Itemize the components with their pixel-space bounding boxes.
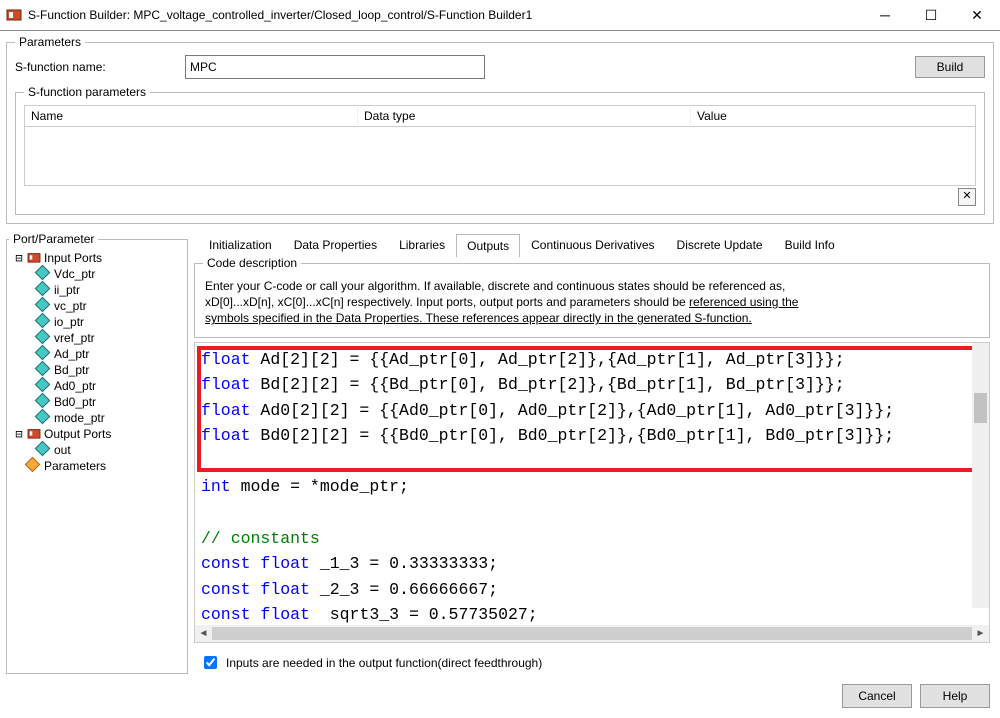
diamond-icon — [37, 411, 51, 425]
app-icon — [6, 7, 22, 23]
port-parameter-legend: Port/Parameter — [9, 232, 98, 246]
vertical-scrollbar[interactable] — [972, 343, 989, 608]
params-table-body — [24, 127, 976, 186]
close-button[interactable]: ✕ — [954, 0, 1000, 30]
sfunction-name-label: S-function name: — [15, 60, 175, 74]
port-parameter-panel: Port/Parameter ⊟ Input Ports Vdc_ptr ii_p… — [6, 232, 188, 674]
port-label: Bd_ptr — [54, 363, 89, 377]
diamond-icon — [37, 267, 51, 281]
scroll-left-icon[interactable]: ◄ — [195, 625, 212, 642]
direct-feedthrough-checkbox[interactable] — [204, 656, 217, 669]
th-name[interactable]: Name — [25, 107, 358, 125]
code-description-group: Code description Enter your C-code or ca… — [194, 256, 990, 338]
th-type[interactable]: Data type — [358, 107, 691, 125]
tree-input-port[interactable]: Ad_ptr — [33, 346, 185, 362]
titlebar: S-Function Builder: MPC_voltage_controll… — [0, 0, 1000, 31]
tree-output-ports[interactable]: ⊟ Output Ports — [11, 426, 185, 442]
port-label: Vdc_ptr — [54, 267, 95, 281]
tree-output-port[interactable]: out — [33, 442, 185, 458]
tree-label: Input Ports — [44, 251, 102, 265]
params-table-header: Name Data type Value — [24, 105, 976, 127]
window-title: S-Function Builder: MPC_voltage_controll… — [28, 8, 862, 22]
port-label: vc_ptr — [54, 299, 87, 313]
minimize-button[interactable]: ─ — [862, 0, 908, 30]
tree-input-port[interactable]: Bd_ptr — [33, 362, 185, 378]
code-description-legend: Code description — [203, 256, 301, 270]
th-value[interactable]: Value — [691, 107, 975, 125]
tree-input-port[interactable]: vc_ptr — [33, 298, 185, 314]
code-text[interactable]: float Ad[2][2] = {{Ad_ptr[0], Ad_ptr[2]}… — [195, 343, 989, 625]
tree-input-port[interactable]: Bd0_ptr — [33, 394, 185, 410]
tree-parameters[interactable]: Parameters — [11, 458, 185, 474]
tree-input-port[interactable]: mode_ptr — [33, 410, 185, 426]
diamond-icon — [37, 363, 51, 377]
sfunction-params-group: S-function parameters Name Data type Val… — [15, 85, 985, 215]
tab-continuous-derivatives[interactable]: Continuous Derivatives — [520, 233, 665, 256]
port-label: Ad0_ptr — [54, 379, 96, 393]
spacer — [13, 459, 25, 473]
maximize-button[interactable]: ☐ — [908, 0, 954, 30]
diamond-icon — [37, 379, 51, 393]
tab-build-info[interactable]: Build Info — [774, 233, 846, 256]
port-tree: ⊟ Input Ports Vdc_ptr ii_ptr vc_ptr io_ptrv… — [11, 250, 185, 474]
build-button[interactable]: Build — [915, 56, 985, 78]
port-label: mode_ptr — [54, 411, 105, 425]
diamond-icon — [37, 331, 51, 345]
port-label: vref_ptr — [54, 331, 95, 345]
parameters-legend: Parameters — [15, 35, 85, 49]
tree-input-ports[interactable]: ⊟ Input Ports — [11, 250, 185, 266]
help-button[interactable]: Help — [920, 684, 990, 708]
diamond-icon — [37, 283, 51, 297]
collapse-icon[interactable]: ⊟ — [13, 251, 25, 265]
tab-initialization[interactable]: Initialization — [198, 233, 283, 256]
port-label: Ad_ptr — [54, 347, 89, 361]
cancel-button[interactable]: Cancel — [842, 684, 912, 708]
tree-label: Parameters — [44, 459, 106, 473]
diamond-icon — [37, 443, 51, 457]
tree-input-port[interactable]: ii_ptr — [33, 282, 185, 298]
sfunction-name-input[interactable] — [185, 55, 485, 79]
port-label: ii_ptr — [54, 283, 80, 297]
collapse-icon[interactable]: ⊟ — [13, 427, 25, 441]
code-description-text: Enter your C-code or call your algorithm… — [203, 276, 981, 329]
tab-libraries[interactable]: Libraries — [388, 233, 456, 256]
tab-outputs[interactable]: Outputs — [456, 234, 520, 257]
code-editor[interactable]: float Ad[2][2] = {{Ad_ptr[0], Ad_ptr[2]}… — [194, 342, 990, 643]
horizontal-scrollbar[interactable]: ◄ ► — [195, 625, 989, 642]
params-close-x-icon[interactable]: ✕ — [958, 188, 976, 206]
diamond-icon — [37, 299, 51, 313]
folder-icon — [27, 251, 41, 265]
port-label: out — [54, 443, 71, 457]
tree-label: Output Ports — [44, 427, 111, 441]
parameters-group: Parameters S-function name: Build S-func… — [6, 35, 994, 224]
tree-input-port[interactable]: vref_ptr — [33, 330, 185, 346]
diamond-icon — [37, 315, 51, 329]
folder-icon — [27, 427, 41, 441]
direct-feedthrough-label: Inputs are needed in the output function… — [226, 656, 542, 670]
tree-input-port[interactable]: io_ptr — [33, 314, 185, 330]
port-label: io_ptr — [54, 315, 84, 329]
tabs: InitializationData PropertiesLibrariesOu… — [190, 232, 994, 256]
sfunction-params-legend: S-function parameters — [24, 85, 150, 99]
diamond-icon — [37, 395, 51, 409]
port-label: Bd0_ptr — [54, 395, 96, 409]
tab-discrete-update[interactable]: Discrete Update — [666, 233, 774, 256]
scroll-right-icon[interactable]: ► — [972, 625, 989, 642]
tab-data-properties[interactable]: Data Properties — [283, 233, 388, 256]
tree-input-port[interactable]: Ad0_ptr — [33, 378, 185, 394]
tree-input-port[interactable]: Vdc_ptr — [33, 266, 185, 282]
diamond-icon — [27, 459, 41, 473]
diamond-icon — [37, 347, 51, 361]
